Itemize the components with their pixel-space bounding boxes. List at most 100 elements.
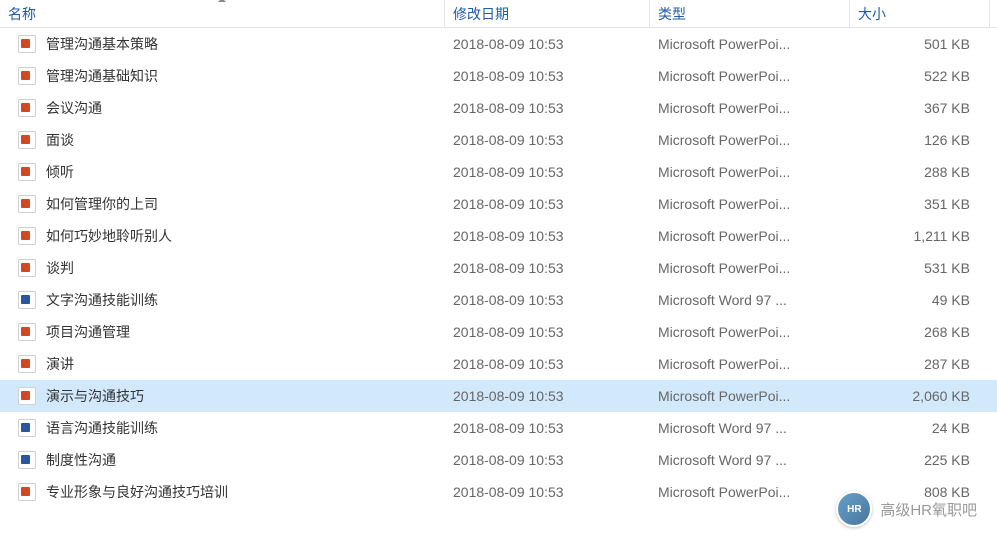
powerpoint-file-icon xyxy=(18,99,36,117)
column-header-type[interactable]: 类型 xyxy=(650,0,850,28)
file-name-label: 如何巧妙地聆听别人 xyxy=(46,226,172,246)
column-header-date[interactable]: 修改日期 xyxy=(445,0,650,28)
file-name-cell: 演示与沟通技巧 xyxy=(0,382,445,410)
file-name-label: 制度性沟通 xyxy=(46,450,116,470)
file-name-label: 管理沟通基础知识 xyxy=(46,66,158,86)
file-list-view: 名称 修改日期 类型 大小 管理沟通基本策略2018-08-09 10:53Mi… xyxy=(0,0,997,508)
word-file-icon xyxy=(18,451,36,469)
file-date-cell: 2018-08-09 10:53 xyxy=(445,32,650,56)
file-type-cell: Microsoft PowerPoi... xyxy=(650,96,850,120)
powerpoint-file-icon xyxy=(18,67,36,85)
file-name-cell: 如何管理你的上司 xyxy=(0,190,445,218)
file-size-cell: 351 KB xyxy=(850,192,990,216)
file-name-label: 谈判 xyxy=(46,258,74,278)
file-type-cell: Microsoft PowerPoi... xyxy=(650,192,850,216)
file-name-label: 倾听 xyxy=(46,162,74,182)
column-header-date-label: 修改日期 xyxy=(453,4,509,24)
file-size-cell: 288 KB xyxy=(850,160,990,184)
file-date-cell: 2018-08-09 10:53 xyxy=(445,64,650,88)
file-date-cell: 2018-08-09 10:53 xyxy=(445,352,650,376)
file-name-cell: 专业形象与良好沟通技巧培训 xyxy=(0,478,445,506)
file-date-cell: 2018-08-09 10:53 xyxy=(445,320,650,344)
file-row[interactable]: 如何巧妙地聆听别人2018-08-09 10:53Microsoft Power… xyxy=(0,220,997,252)
file-row[interactable]: 制度性沟通2018-08-09 10:53Microsoft Word 97 .… xyxy=(0,444,997,476)
file-name-cell: 语言沟通技能训练 xyxy=(0,414,445,442)
file-date-cell: 2018-08-09 10:53 xyxy=(445,384,650,408)
file-date-cell: 2018-08-09 10:53 xyxy=(445,448,650,472)
file-type-cell: Microsoft PowerPoi... xyxy=(650,256,850,280)
file-type-cell: Microsoft PowerPoi... xyxy=(650,384,850,408)
file-name-cell: 制度性沟通 xyxy=(0,446,445,474)
file-size-cell: 287 KB xyxy=(850,352,990,376)
file-name-label: 会议沟通 xyxy=(46,98,102,118)
file-date-cell: 2018-08-09 10:53 xyxy=(445,192,650,216)
file-row[interactable]: 专业形象与良好沟通技巧培训 2018-08-09 10:53Microsoft P… xyxy=(0,476,997,508)
file-size-cell: 49 KB xyxy=(850,288,990,312)
file-size-cell: 225 KB xyxy=(850,448,990,472)
file-date-cell: 2018-08-09 10:53 xyxy=(445,288,650,312)
file-size-cell: 531 KB xyxy=(850,256,990,280)
file-type-cell: Microsoft PowerPoi... xyxy=(650,128,850,152)
file-row[interactable]: 语言沟通技能训练2018-08-09 10:53Microsoft Word 9… xyxy=(0,412,997,444)
file-type-cell: Microsoft PowerPoi... xyxy=(650,160,850,184)
file-name-cell: 管理沟通基本策略 xyxy=(0,30,445,58)
powerpoint-file-icon xyxy=(18,323,36,341)
file-row[interactable]: 如何管理你的上司2018-08-09 10:53Microsoft PowerP… xyxy=(0,188,997,220)
powerpoint-file-icon xyxy=(18,35,36,53)
file-date-cell: 2018-08-09 10:53 xyxy=(445,480,650,504)
column-header-name[interactable]: 名称 xyxy=(0,0,445,28)
file-row[interactable]: 管理沟通基础知识 2018-08-09 10:53Microsoft PowerP… xyxy=(0,60,997,92)
file-type-cell: Microsoft PowerPoi... xyxy=(650,480,850,504)
powerpoint-file-icon xyxy=(18,131,36,149)
column-header-name-label: 名称 xyxy=(8,4,36,24)
file-date-cell: 2018-08-09 10:53 xyxy=(445,128,650,152)
file-type-cell: Microsoft PowerPoi... xyxy=(650,64,850,88)
column-header-size[interactable]: 大小 xyxy=(850,0,990,28)
file-name-label: 专业形象与良好沟通技巧培训 xyxy=(46,482,228,502)
file-size-cell: 126 KB xyxy=(850,128,990,152)
file-type-cell: Microsoft Word 97 ... xyxy=(650,288,850,312)
word-file-icon xyxy=(18,419,36,437)
file-row[interactable]: 谈判 2018-08-09 10:53Microsoft PowerPoi...5… xyxy=(0,252,997,284)
file-type-cell: Microsoft Word 97 ... xyxy=(650,416,850,440)
powerpoint-file-icon xyxy=(18,195,36,213)
file-row[interactable]: 项目沟通管理2018-08-09 10:53Microsoft PowerPoi… xyxy=(0,316,997,348)
file-type-cell: Microsoft PowerPoi... xyxy=(650,32,850,56)
file-row[interactable]: 倾听 2018-08-09 10:53Microsoft PowerPoi...2… xyxy=(0,156,997,188)
file-name-cell: 面谈 xyxy=(0,126,445,154)
file-size-cell: 808 KB xyxy=(850,480,990,504)
file-name-label: 项目沟通管理 xyxy=(46,322,130,342)
file-name-label: 演讲 xyxy=(46,354,74,374)
file-row[interactable]: 文字沟通技能训练 2018-08-09 10:53Microsoft Word 9… xyxy=(0,284,997,316)
file-size-cell: 367 KB xyxy=(850,96,990,120)
file-name-cell: 项目沟通管理 xyxy=(0,318,445,346)
file-name-cell: 倾听 xyxy=(0,158,445,186)
powerpoint-file-icon xyxy=(18,259,36,277)
file-row[interactable]: 管理沟通基本策略 2018-08-09 10:53Microsoft PowerP… xyxy=(0,28,997,60)
file-size-cell: 501 KB xyxy=(850,32,990,56)
powerpoint-file-icon xyxy=(18,227,36,245)
word-file-icon xyxy=(18,291,36,309)
file-name-label: 演示与沟通技巧 xyxy=(46,386,144,406)
column-header-type-label: 类型 xyxy=(658,4,686,24)
file-row[interactable]: 会议沟通2018-08-09 10:53Microsoft PowerPoi..… xyxy=(0,92,997,124)
powerpoint-file-icon xyxy=(18,387,36,405)
file-name-cell: 如何巧妙地聆听别人 xyxy=(0,222,445,250)
file-size-cell: 268 KB xyxy=(850,320,990,344)
sort-ascending-icon xyxy=(218,0,226,2)
powerpoint-file-icon xyxy=(18,483,36,501)
file-date-cell: 2018-08-09 10:53 xyxy=(445,256,650,280)
powerpoint-file-icon xyxy=(18,355,36,373)
powerpoint-file-icon xyxy=(18,163,36,181)
file-name-label: 文字沟通技能训练 xyxy=(46,290,158,310)
file-row[interactable]: 面谈 2018-08-09 10:53Microsoft PowerPoi...1… xyxy=(0,124,997,156)
file-row[interactable]: 演示与沟通技巧 2018-08-09 10:53Microsoft PowerPo… xyxy=(0,380,997,412)
file-name-cell: 演讲 xyxy=(0,350,445,378)
file-name-label: 管理沟通基本策略 xyxy=(46,34,158,54)
file-row[interactable]: 演讲2018-08-09 10:53Microsoft PowerPoi...2… xyxy=(0,348,997,380)
file-name-label: 面谈 xyxy=(46,130,74,150)
file-size-cell: 522 KB xyxy=(850,64,990,88)
file-date-cell: 2018-08-09 10:53 xyxy=(445,224,650,248)
file-date-cell: 2018-08-09 10:53 xyxy=(445,160,650,184)
file-size-cell: 2,060 KB xyxy=(850,384,990,408)
